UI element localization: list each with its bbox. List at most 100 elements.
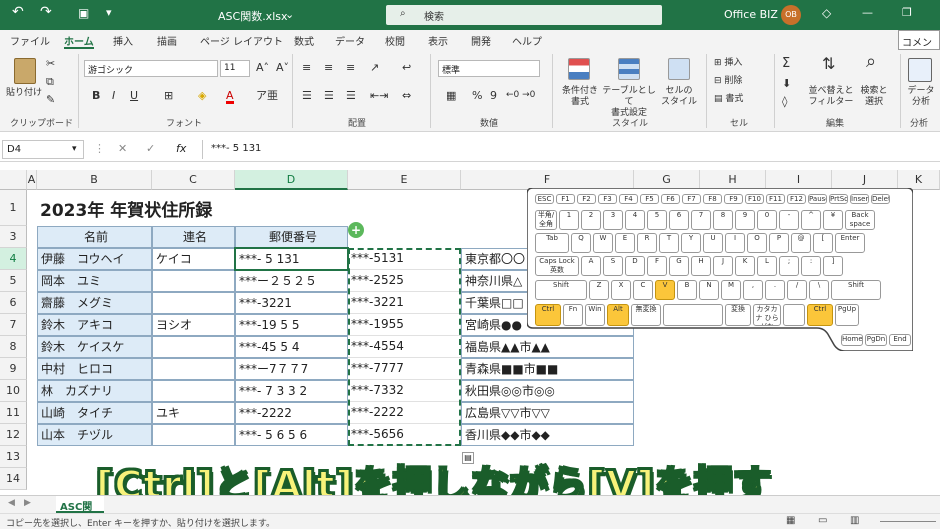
merge-icon[interactable]: ⇔ (402, 90, 411, 101)
cell-name[interactable]: 伊藤 コウヘイ (37, 248, 152, 270)
format-as-table-icon[interactable] (618, 58, 640, 80)
row-header[interactable]: 4 (0, 248, 27, 270)
cell-zip[interactable]: ***ー２５２５ (235, 270, 348, 292)
comma-icon[interactable]: 9 (490, 90, 497, 101)
conditional-format-icon[interactable] (568, 58, 590, 80)
autosum-icon[interactable]: Σ (782, 57, 790, 70)
font-name-select[interactable]: 游ゴシック (84, 60, 218, 77)
cell-zip[interactable]: ***-45 5 4 (235, 336, 348, 358)
align-left-icon[interactable]: ☰ (302, 90, 312, 101)
tab-file[interactable]: ファイル (10, 33, 50, 48)
align-middle-icon[interactable]: ≡ (324, 62, 333, 73)
tab-insert[interactable]: 挿入 (113, 33, 133, 48)
cell-renmei[interactable]: ヨシオ (152, 314, 235, 336)
indent-icon[interactable]: ⇤⇥ (370, 90, 388, 101)
chevron-down-icon[interactable]: ⌄ (285, 8, 294, 21)
cell-zip[interactable]: ***-2222 (235, 402, 348, 424)
cell-name[interactable]: 山崎 タイチ (37, 402, 152, 424)
prev-sheet-icon[interactable]: ◀ (8, 498, 15, 508)
select-all-corner[interactable] (0, 170, 27, 190)
paste-icon[interactable] (14, 58, 36, 84)
column-header-a[interactable]: A (27, 170, 37, 190)
cell-address[interactable]: 青森県■■市■■ (461, 358, 634, 380)
column-header-d[interactable]: D (235, 170, 348, 190)
column-header-k[interactable]: K (898, 170, 940, 190)
cell-name[interactable]: 鈴木 ケイスケ (37, 336, 152, 358)
column-header-h[interactable]: H (700, 170, 766, 190)
align-center-icon[interactable]: ☰ (324, 90, 334, 101)
fx-button[interactable]: fx (176, 142, 186, 155)
analyze-data-icon[interactable] (908, 58, 932, 82)
comment-button[interactable]: コメン (898, 30, 940, 50)
percent-icon[interactable]: % (472, 90, 482, 101)
row-header[interactable]: 11 (0, 402, 27, 424)
name-box-dropdown-icon[interactable]: ▾ (72, 144, 77, 154)
insert-cells-button[interactable]: ⊞ 挿入 (714, 58, 742, 69)
fill-color-icon[interactable]: ◈ (198, 90, 206, 101)
row-header[interactable]: 14 (0, 468, 27, 490)
row-header[interactable]: 13 (0, 446, 27, 468)
row-header[interactable]: 5 (0, 270, 27, 292)
cell-zip[interactable]: ***- 7 3 3 2 (235, 380, 348, 402)
copy-icon[interactable]: ⧉ (46, 76, 54, 87)
tab-developer[interactable]: 開発 (471, 33, 491, 48)
diamond-icon[interactable]: ◇ (822, 6, 831, 20)
fill-icon[interactable]: ⬇ (782, 78, 791, 89)
row-header[interactable]: 12 (0, 424, 27, 446)
increase-font-icon[interactable]: A˄ (256, 62, 269, 73)
tab-review[interactable]: 校閲 (385, 33, 405, 48)
phonetic-icon[interactable]: ア亜 (256, 90, 278, 101)
cell-name[interactable]: 岡本 ユミ (37, 270, 152, 292)
format-as-table-button[interactable]: テーブルとして 書式設定 (598, 86, 660, 119)
row-header[interactable]: 3 (0, 226, 27, 248)
bold-icon[interactable]: B (92, 90, 100, 101)
decrease-font-icon[interactable]: A˅ (276, 62, 289, 73)
cell-renmei[interactable]: ユキ (152, 402, 235, 424)
row-header[interactable]: 7 (0, 314, 27, 336)
search-box[interactable]: ⌕ 検索 (386, 5, 662, 25)
format-cells-button[interactable]: ▤ 書式 (714, 94, 743, 105)
cell-name[interactable]: 中村 ヒロコ (37, 358, 152, 380)
page-layout-view-icon[interactable]: ▭ (818, 515, 827, 526)
formula-input[interactable]: ***- 5 131 (202, 140, 938, 159)
sort-filter-icon[interactable]: ⇅ (822, 56, 835, 72)
cell-styles-button[interactable]: セルの スタイル (656, 86, 702, 108)
header-renmei[interactable]: 連名 (152, 226, 235, 248)
customize-qat-icon[interactable]: ▾ (106, 6, 112, 19)
decimal-icon[interactable]: ←0 →0 (506, 90, 535, 101)
cell-zip[interactable]: ***-19 5 5 (235, 314, 348, 336)
cell-name[interactable]: 山本 チヅル (37, 424, 152, 446)
font-size-select[interactable]: 11 (220, 60, 250, 77)
sheet-title[interactable]: 2023年 年賀状住所録 (40, 196, 212, 221)
minimize-icon[interactable]: — (862, 6, 873, 19)
tab-view[interactable]: 表示 (428, 33, 448, 48)
avatar[interactable]: OB (781, 5, 801, 25)
column-header-b[interactable]: B (37, 170, 152, 190)
column-header-j[interactable]: J (832, 170, 898, 190)
header-zip[interactable]: 郵便番号 (235, 226, 348, 248)
italic-icon[interactable]: I (112, 90, 115, 101)
cell-renmei[interactable] (152, 270, 235, 292)
undo-icon[interactable]: ↶ (12, 4, 24, 20)
file-name[interactable]: ASC関数.xlsx (218, 8, 288, 24)
cell-name[interactable]: 林 カズナリ (37, 380, 152, 402)
zoom-slider[interactable] (880, 521, 936, 522)
tab-page-layout[interactable]: ページ レイアウト (200, 33, 283, 48)
row-header[interactable]: 9 (0, 358, 27, 380)
sheet-tab[interactable]: ASC関 (56, 496, 104, 513)
save-icon[interactable]: ▣ (78, 6, 89, 20)
align-right-icon[interactable]: ☰ (346, 90, 356, 101)
column-header-f[interactable]: F (461, 170, 634, 190)
find-select-icon[interactable]: ⌕ (866, 53, 876, 71)
cell-renmei[interactable] (152, 358, 235, 380)
row-header[interactable]: 6 (0, 292, 27, 314)
font-color-icon[interactable]: A (226, 90, 234, 104)
analyze-data-button[interactable]: データ 分析 (904, 86, 938, 108)
align-top-icon[interactable]: ≡ (302, 62, 311, 73)
cell-renmei[interactable] (152, 380, 235, 402)
tab-help[interactable]: ヘルプ (512, 33, 542, 48)
next-sheet-icon[interactable]: ▶ (24, 498, 31, 508)
page-break-view-icon[interactable]: ▥ (850, 515, 859, 526)
cell-address[interactable]: 広島県▽▽市▽▽ (461, 402, 634, 424)
tab-home[interactable]: ホーム (64, 33, 94, 48)
